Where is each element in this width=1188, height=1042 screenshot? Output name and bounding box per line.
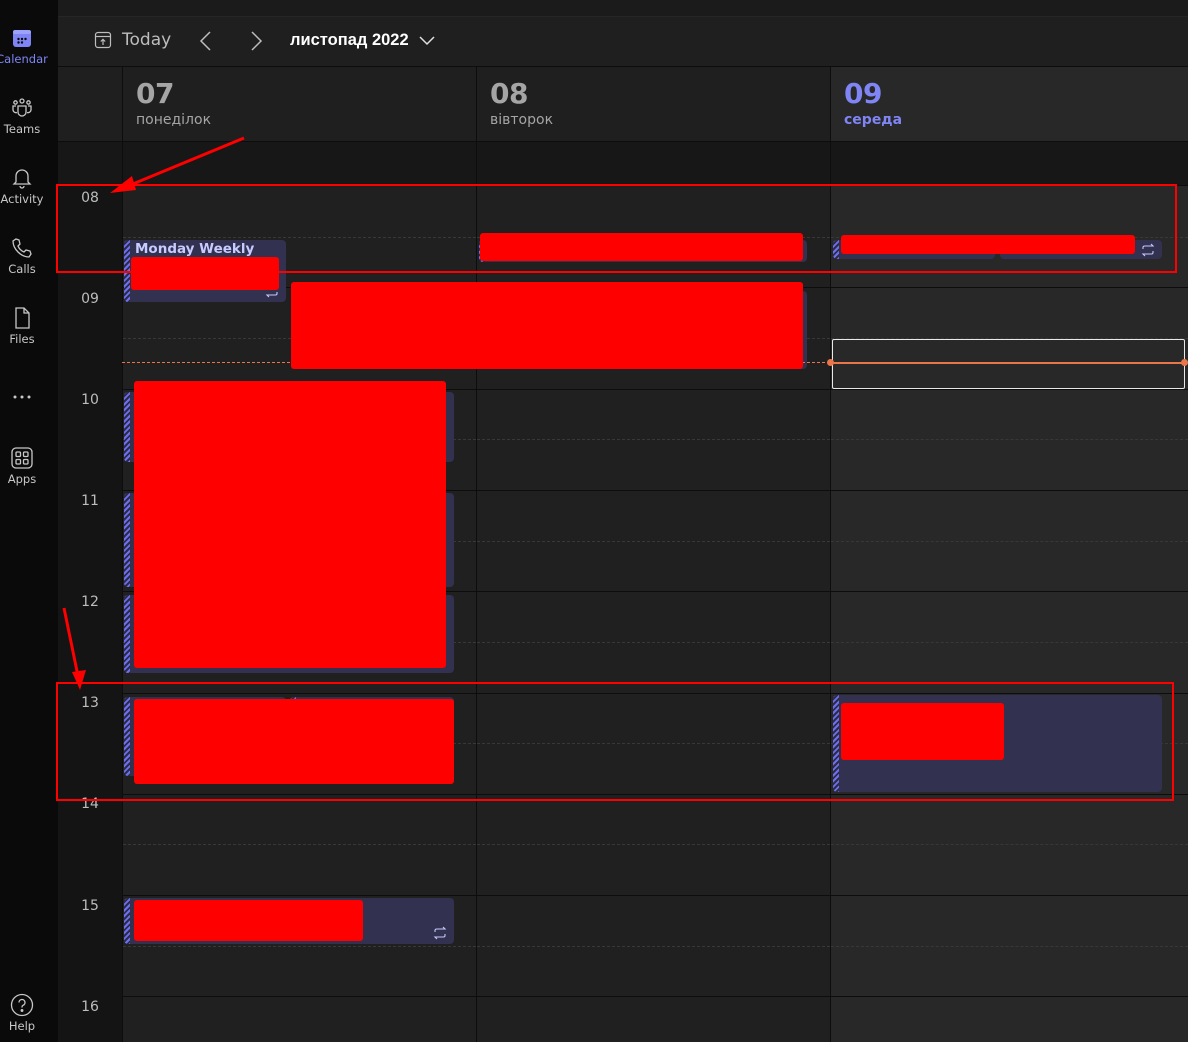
month-label: листопад 2022 bbox=[290, 31, 409, 49]
current-time-line bbox=[831, 362, 1185, 364]
day-header-tuesday[interactable]: 08 вівторок bbox=[476, 67, 830, 142]
day-name: середа bbox=[844, 112, 903, 128]
event-stripe bbox=[124, 493, 130, 587]
teams-calendar-app: Calendar Teams Activity Calls Files Apps… bbox=[0, 0, 1188, 1042]
rail-label: Calls bbox=[8, 262, 36, 276]
event-stripe bbox=[124, 392, 130, 462]
current-time-dot bbox=[827, 359, 834, 366]
annotation-box-08 bbox=[56, 184, 1177, 273]
day-number: 09 bbox=[844, 77, 882, 110]
hour-label: 10 bbox=[81, 392, 99, 408]
hour-gridline bbox=[123, 895, 476, 897]
hour-gridline bbox=[831, 591, 1188, 593]
half-hour-gridline bbox=[477, 439, 830, 441]
header-gutter bbox=[58, 67, 122, 142]
half-hour-gridline bbox=[123, 844, 476, 846]
calendar-toolbar: Today листопад 2022 bbox=[58, 17, 1188, 67]
rail-item-calendar[interactable]: Calendar bbox=[0, 26, 58, 66]
allday-gutter bbox=[58, 142, 122, 186]
phone-icon bbox=[12, 238, 32, 258]
today-label: Today bbox=[122, 30, 172, 50]
app-rail: Calendar Teams Activity Calls Files Apps… bbox=[0, 0, 58, 1042]
half-hour-gridline bbox=[831, 439, 1188, 441]
calendar-icon bbox=[13, 30, 31, 47]
file-icon bbox=[15, 307, 30, 329]
rail-item-help[interactable]: Help bbox=[0, 993, 58, 1033]
redaction bbox=[134, 900, 363, 941]
rail-item-calls[interactable]: Calls bbox=[0, 236, 58, 276]
day-number: 07 bbox=[136, 77, 174, 110]
hour-gridline bbox=[831, 996, 1188, 998]
rail-item-files[interactable]: Files bbox=[0, 306, 58, 346]
hour-label: 12 bbox=[81, 594, 99, 610]
hour-label: 15 bbox=[81, 898, 99, 914]
more-icon bbox=[13, 395, 31, 399]
rail-item-activity[interactable]: Activity bbox=[0, 166, 58, 206]
rail-label: Apps bbox=[7, 472, 37, 486]
help-icon bbox=[10, 993, 34, 1017]
redaction bbox=[134, 381, 446, 668]
rail-item-more[interactable] bbox=[0, 385, 58, 411]
time-gutter: 08 09 10 11 12 13 14 15 16 bbox=[58, 186, 122, 1042]
annotation-box-13 bbox=[56, 682, 1174, 801]
half-hour-gridline bbox=[477, 945, 830, 947]
month-picker[interactable]: листопад 2022 bbox=[290, 31, 435, 50]
hour-label: 09 bbox=[81, 291, 99, 307]
apps-icon bbox=[11, 447, 33, 469]
rail-label: Help bbox=[8, 1019, 36, 1033]
hour-gridline bbox=[831, 287, 1188, 289]
rail-label: Activity bbox=[0, 192, 44, 206]
hour-gridline bbox=[477, 388, 830, 390]
half-hour-gridline bbox=[831, 641, 1188, 643]
recurring-icon bbox=[433, 926, 447, 940]
selected-time-slot[interactable] bbox=[832, 339, 1185, 389]
hour-label: 16 bbox=[81, 999, 99, 1015]
half-hour-gridline bbox=[477, 540, 830, 542]
hour-gridline bbox=[831, 489, 1188, 491]
day-column-wednesday[interactable] bbox=[830, 186, 1188, 1042]
hour-gridline bbox=[477, 489, 830, 491]
half-hour-gridline bbox=[477, 844, 830, 846]
chevron-down-icon bbox=[419, 35, 435, 45]
redaction bbox=[291, 282, 803, 369]
calendar-today-icon bbox=[94, 31, 112, 49]
rail-label: Calendar bbox=[0, 52, 48, 66]
hour-gridline bbox=[477, 591, 830, 593]
allday-cell-tuesday[interactable] bbox=[476, 142, 830, 186]
hour-gridline bbox=[831, 895, 1188, 897]
chevron-left-icon[interactable] bbox=[196, 29, 216, 53]
current-time-dot bbox=[1181, 359, 1188, 366]
bell-icon bbox=[12, 169, 32, 189]
rail-label: Teams bbox=[3, 122, 41, 136]
half-hour-gridline bbox=[831, 844, 1188, 846]
title-bar bbox=[58, 0, 1188, 17]
hour-gridline bbox=[477, 895, 830, 897]
allday-cell-wednesday[interactable] bbox=[830, 142, 1188, 186]
teams-icon bbox=[12, 98, 32, 117]
hour-gridline bbox=[477, 996, 830, 998]
day-name: понеділок bbox=[136, 112, 212, 128]
rail-item-teams[interactable]: Teams bbox=[0, 96, 58, 136]
chevron-right-icon[interactable] bbox=[246, 29, 266, 53]
event-stripe bbox=[124, 595, 130, 673]
day-header-wednesday[interactable]: 09 середа bbox=[830, 67, 1188, 142]
allday-cell-monday[interactable] bbox=[122, 142, 476, 186]
hour-gridline bbox=[123, 996, 476, 998]
half-hour-gridline bbox=[477, 641, 830, 643]
half-hour-gridline bbox=[831, 945, 1188, 947]
hour-label: 11 bbox=[81, 493, 99, 509]
event-stripe bbox=[124, 898, 130, 944]
rail-item-apps[interactable]: Apps bbox=[0, 446, 58, 486]
half-hour-gridline bbox=[831, 540, 1188, 542]
day-number: 08 bbox=[490, 77, 528, 110]
today-button[interactable]: Today bbox=[94, 30, 171, 50]
day-header-monday[interactable]: 07 понеділок bbox=[122, 67, 476, 142]
half-hour-gridline bbox=[123, 945, 476, 947]
rail-label: Files bbox=[9, 332, 35, 346]
day-name: вівторок bbox=[490, 112, 554, 128]
